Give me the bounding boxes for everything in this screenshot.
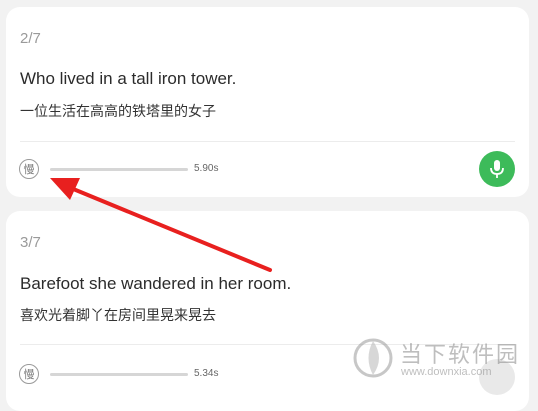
sentence-counter: 3/7 [20, 234, 41, 251]
audio-progress-bar[interactable] [50, 168, 188, 171]
record-button[interactable] [479, 151, 515, 187]
microphone-icon [490, 160, 504, 178]
audio-progress-bar[interactable] [50, 373, 188, 376]
sentence-card: 2/7 Who lived in a tall iron tower. 一位生活… [6, 7, 529, 197]
english-sentence: Who lived in a tall iron tower. [20, 69, 237, 88]
watermark-text: 当下软件园 [400, 343, 521, 368]
watermark-url: www.downxia.com [401, 366, 492, 378]
slow-playback-button[interactable]: 慢 [19, 159, 39, 179]
english-sentence: Barefoot she wandered in her room. [20, 274, 292, 293]
audio-duration: 5.90s [194, 163, 219, 174]
divider [20, 141, 515, 142]
watermark-logo-icon [353, 338, 393, 378]
sentence-counter: 2/7 [20, 30, 41, 47]
chinese-translation: 喜欢光着脚丫在房间里晃来晃去 [20, 308, 216, 324]
audio-duration: 5.34s [194, 368, 219, 379]
watermark: 当下软件园 www.downxia.com [352, 335, 532, 385]
chinese-translation: 一位生活在高高的铁塔里的女子 [20, 104, 216, 120]
slow-playback-button[interactable]: 慢 [19, 364, 39, 384]
